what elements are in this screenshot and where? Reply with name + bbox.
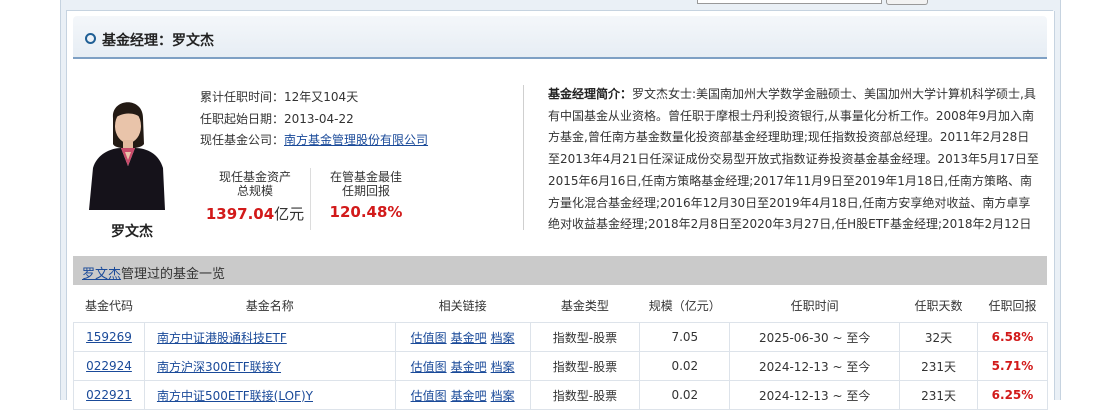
title-bar (73, 16, 1047, 58)
valuation-chart-link[interactable]: 估值图 (411, 331, 447, 345)
fund-links-cell: 估值图 基金吧 档案 (394, 322, 531, 352)
col-header-size: 规模（亿元） (639, 289, 730, 323)
fund-return-cell: 5.71% (976, 351, 1049, 381)
fund-period-cell: 2024-12-13 ~ 至今 (729, 351, 901, 381)
tenure-value: 12年又104天 (284, 90, 359, 104)
fund-profile-link[interactable]: 档案 (491, 360, 515, 374)
fund-list-title-suffix: 管理过的基金一览 (121, 267, 226, 282)
company-link[interactable]: 南方基金管理股份有限公司 (284, 133, 428, 147)
fund-forum-link[interactable]: 基金吧 (451, 331, 487, 345)
col-header-days: 任职天数 (899, 289, 978, 323)
fund-return-cell: 6.25% (976, 380, 1049, 410)
fund-table: 基金代码 基金名称 相关链接 基金类型 规模（亿元） 任职时间 任职天数 任职回… (73, 289, 1049, 410)
company-label: 现任基金公司： (200, 133, 285, 147)
fund-days-cell: 231天 (899, 351, 978, 381)
fund-code-cell: 159269 (73, 322, 145, 352)
table-header-row: 基金代码 基金名称 相关链接 基金类型 规模（亿元） 任职时间 任职天数 任职回… (73, 289, 1048, 323)
assets-value: 1397.04亿元 (195, 203, 315, 224)
fund-type-cell: 指数型-股票 (529, 380, 641, 410)
fund-profile-link[interactable]: 档案 (491, 331, 515, 345)
tenure-label: 累计任职时间： (200, 90, 285, 104)
fund-code-link[interactable]: 159269 (86, 330, 132, 344)
return-value: 120.48% (329, 203, 403, 221)
manager-name-link[interactable]: 罗文杰 (82, 267, 121, 282)
fund-code-link[interactable]: 022924 (86, 359, 132, 373)
col-header-period: 任职时间 (729, 289, 900, 323)
fund-type-cell: 指数型-股票 (529, 351, 641, 381)
return-label-line2: 任期回报 (341, 184, 390, 198)
fund-days-cell: 32天 (899, 322, 978, 352)
fund-name-link[interactable]: 南方中证500ETF联接(LOF)Y (157, 389, 313, 403)
tenure-row: 累计任职时间：12年又104天 (200, 88, 358, 105)
table-row: 159269 南方中证港股通科技ETF 估值图 基金吧 档案 指数型-股票 7.05… (73, 322, 1049, 352)
page-title: 基金经理：罗文杰 (102, 33, 214, 49)
fund-size-cell: 7.05 (639, 322, 731, 352)
col-header-name: 基金名称 (144, 289, 396, 323)
start-date-label: 任职起始日期： (200, 112, 285, 126)
bio-heading: 基金经理简介： (548, 87, 633, 101)
assets-number: 1397.04 (205, 205, 275, 223)
fund-links-cell: 估值图 基金吧 档案 (394, 351, 531, 381)
fund-forum-link[interactable]: 基金吧 (451, 389, 487, 403)
fund-type-cell: 指数型-股票 (529, 322, 641, 352)
start-date-row: 任职起始日期：2013-04-22 (200, 110, 354, 127)
manager-bio: 基金经理简介：罗文杰女士:美国南加州大学数学金融硕士、美国加州大学计算机科学硕士… (548, 84, 1041, 234)
fund-period-cell: 2024-12-13 ~ 至今 (729, 380, 901, 410)
table-row: 022921 南方中证500ETF联接(LOF)Y 估值图 基金吧 档案 指数型-股… (73, 380, 1049, 410)
manager-name: 罗文杰 (111, 224, 153, 240)
manager-photo (89, 88, 165, 210)
assets-unit: 亿元 (274, 205, 305, 223)
fund-size-cell: 0.02 (639, 351, 731, 381)
bio-text: 罗文杰女士:美国南加州大学数学金融硕士、美国加州大学计算机科学硕士,具有中国基金… (548, 87, 1039, 232)
fund-name-cell: 南方沪深300ETF联接Y (143, 351, 396, 381)
bio-divider (523, 85, 524, 230)
fund-size-cell: 0.02 (639, 380, 731, 410)
fund-name-cell: 南方中证港股通科技ETF (143, 322, 396, 352)
fund-days-cell: 231天 (899, 380, 978, 410)
fund-forum-link[interactable]: 基金吧 (451, 360, 487, 374)
assets-label-line1: 现任基金资产 (218, 170, 291, 184)
valuation-chart-link[interactable]: 估值图 (411, 360, 447, 374)
search-button[interactable] (886, 0, 928, 5)
fund-links-cell: 估值图 基金吧 档案 (394, 380, 531, 410)
return-label-line1: 在管基金最佳 (329, 170, 402, 184)
table-row: 022924 南方沪深300ETF联接Y 估值图 基金吧 档案 指数型-股票 0.0… (73, 351, 1049, 381)
title-bar-underline (73, 57, 1047, 59)
col-header-links: 相关链接 (395, 289, 530, 323)
search-input[interactable] (697, 0, 882, 4)
fund-return-cell: 6.58% (976, 322, 1049, 352)
fund-name-link[interactable]: 南方沪深300ETF联接Y (157, 360, 281, 374)
fund-code-cell: 022921 (73, 380, 145, 410)
col-header-return: 任职回报 (977, 289, 1048, 323)
fund-code-cell: 022924 (73, 351, 145, 381)
valuation-chart-link[interactable]: 估值图 (411, 389, 447, 403)
return-label: 在管基金最佳 任期回报 (316, 170, 416, 198)
fund-list-title: 罗文杰管理过的基金一览 (82, 263, 225, 282)
fund-name-link[interactable]: 南方中证港股通科技ETF (157, 331, 287, 345)
fund-profile-link[interactable]: 档案 (491, 389, 515, 403)
title-bullet-icon (85, 33, 96, 44)
assets-label-line2: 总规模 (236, 184, 273, 198)
fund-name-cell: 南方中证500ETF联接(LOF)Y (143, 380, 396, 410)
assets-label: 现任基金资产 总规模 (205, 170, 305, 198)
fund-period-cell: 2025-06-30 ~ 至今 (729, 322, 901, 352)
stat-divider (310, 168, 311, 230)
start-date-value: 2013-04-22 (284, 112, 354, 126)
col-header-code: 基金代码 (73, 289, 145, 323)
company-row: 现任基金公司：南方基金管理股份有限公司 (200, 131, 428, 148)
col-header-type: 基金类型 (530, 289, 640, 323)
